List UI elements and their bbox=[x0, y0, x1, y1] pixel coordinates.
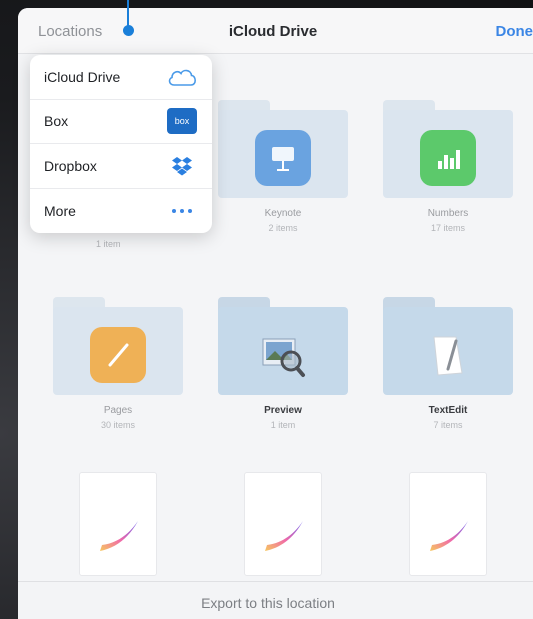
menu-item-icloud-drive[interactable]: iCloud Drive bbox=[30, 55, 212, 100]
locations-menu: iCloud Drive Box box Dropbox More bbox=[30, 55, 212, 233]
menu-item-label: Box bbox=[44, 113, 69, 130]
dropbox-icon bbox=[166, 152, 198, 180]
procreate-icon bbox=[430, 521, 468, 551]
menu-item-dropbox[interactable]: Dropbox bbox=[30, 144, 212, 189]
folder-preview[interactable]: Preview 1 item bbox=[208, 297, 358, 430]
folder-count: 7 items bbox=[433, 420, 463, 430]
folder-icon bbox=[383, 100, 513, 198]
box-badge: box bbox=[167, 108, 197, 135]
folder-name: TextEdit bbox=[428, 405, 468, 416]
folder-count: 1 item bbox=[270, 420, 296, 430]
more-icon bbox=[166, 197, 198, 225]
menu-item-label: Dropbox bbox=[44, 157, 97, 174]
preview-icon bbox=[255, 327, 311, 383]
folder-keynote[interactable]: Keynote 2 items bbox=[208, 100, 358, 233]
folder-count: 17 items bbox=[430, 223, 465, 233]
numbers-icon bbox=[420, 130, 476, 186]
navigation-bar: Locations iCloud Drive Done bbox=[18, 8, 533, 54]
export-bar: Export to this location bbox=[18, 581, 533, 619]
pointer-indicator-dot bbox=[123, 25, 134, 36]
pages-icon bbox=[90, 327, 146, 383]
document-item[interactable] bbox=[233, 472, 333, 576]
menu-item-more[interactable]: More bbox=[30, 189, 212, 234]
folder-icon bbox=[218, 297, 348, 395]
folder-name: Preview bbox=[264, 405, 302, 416]
document-item[interactable] bbox=[68, 472, 168, 576]
box-icon: box bbox=[166, 107, 198, 135]
cloud-icon bbox=[166, 63, 198, 91]
folder-icon bbox=[53, 297, 183, 395]
folder-icon bbox=[383, 297, 513, 395]
folder-name: Pages bbox=[103, 405, 133, 416]
folder-numbers[interactable]: Numbers 17 items bbox=[373, 100, 523, 233]
procreate-icon bbox=[265, 521, 303, 551]
export-button[interactable]: Export to this location bbox=[201, 595, 335, 611]
keynote-icon bbox=[255, 130, 311, 186]
menu-item-box[interactable]: Box box bbox=[30, 100, 212, 144]
menu-item-label: iCloud Drive bbox=[44, 68, 121, 85]
done-button[interactable]: Done bbox=[496, 23, 533, 40]
folder-textedit[interactable]: TextEdit 7 items bbox=[373, 297, 523, 430]
document-thumbnail bbox=[409, 472, 487, 576]
folder-count-hidden: 1 item bbox=[96, 239, 121, 249]
menu-item-label: More bbox=[44, 202, 76, 219]
document-item[interactable] bbox=[398, 472, 498, 576]
folder-icon bbox=[218, 100, 348, 198]
folder-pages[interactable]: Pages 30 items bbox=[43, 297, 193, 430]
document-thumbnail bbox=[79, 472, 157, 576]
folder-count: 2 items bbox=[268, 223, 298, 233]
folder-name: Numbers bbox=[427, 208, 469, 219]
folder-count: 30 items bbox=[100, 420, 135, 430]
pointer-indicator-line bbox=[127, 0, 129, 27]
document-thumbnail bbox=[244, 472, 322, 576]
procreate-icon bbox=[100, 521, 138, 551]
textedit-icon bbox=[420, 327, 476, 383]
page-title: iCloud Drive bbox=[228, 23, 318, 40]
folder-name: Keynote bbox=[264, 208, 302, 219]
